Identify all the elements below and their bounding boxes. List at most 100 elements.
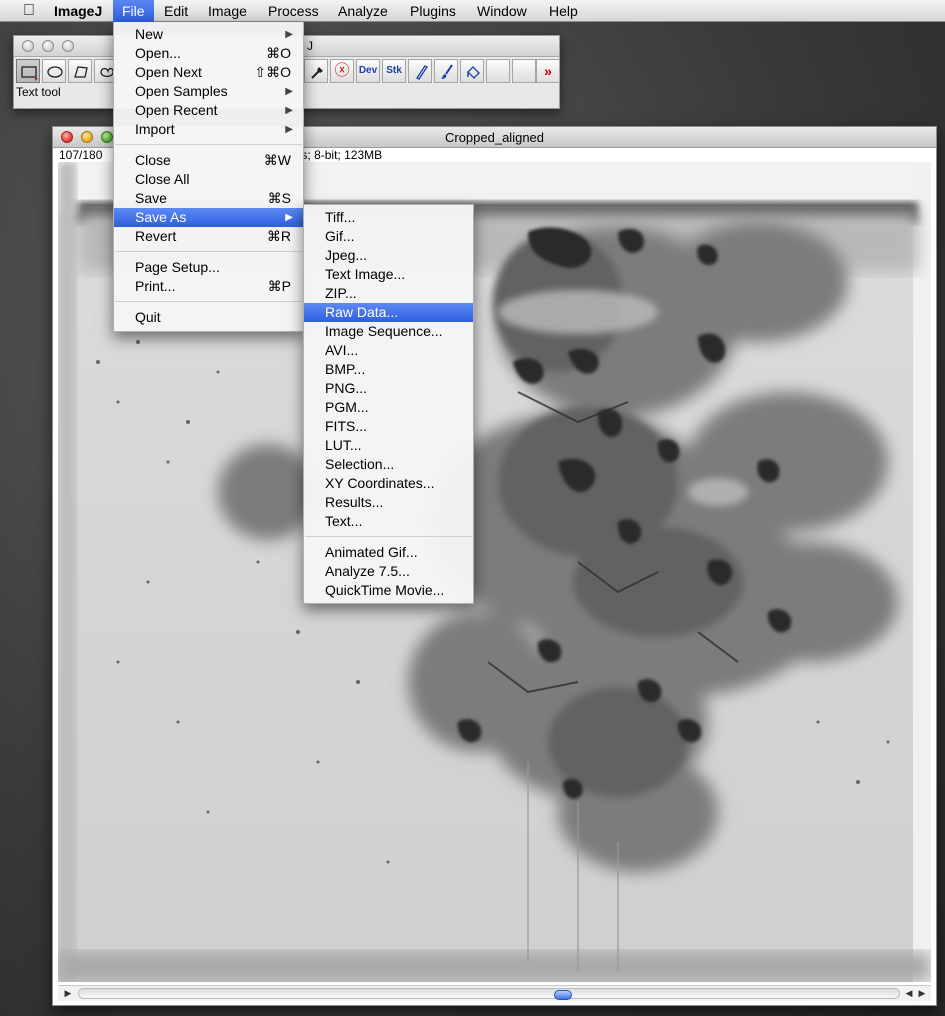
menu-item-open[interactable]: Open... ⌘O [114,44,303,63]
menu-item-close-all[interactable]: Close All [114,170,303,189]
menu-item-png[interactable]: PNG... [304,379,473,398]
menu-item-label: PGM... [325,399,369,415]
horizontal-scrollbar[interactable]: ▶ ◀ ▶ [58,985,931,1001]
pencil-icon [416,65,428,80]
menu-item-text-image[interactable]: Text Image... [304,265,473,284]
menu-item-tiff[interactable]: Tiff... [304,208,473,227]
developer-menu-tool[interactable]: Dev [356,59,380,83]
flood-fill-icon [467,66,480,79]
remove-overlay-icon: ⓧ [334,62,350,79]
menu-image[interactable]: Image [199,0,256,22]
submenu-arrow-icon: ▶ [285,86,293,97]
menu-item-label: ZIP... [325,285,357,301]
apple-menu-icon[interactable]:  [20,1,38,21]
menu-item-save[interactable]: Save ⌘S [114,189,303,208]
menu-item-label: Selection... [325,456,395,472]
scroll-thumb[interactable] [554,990,572,1000]
menu-item-lut[interactable]: LUT... [304,436,473,455]
toolbar-title: J [307,39,313,53]
menu-item-label: Save [135,190,167,206]
scroll-left-icon[interactable]: ▶ [60,986,76,1001]
menu-window[interactable]: Window [468,0,536,22]
menu-item-image-sequence[interactable]: Image Sequence... [304,322,473,341]
submenu-arrow-icon: ▶ [285,124,293,135]
menu-item-revert[interactable]: Revert ⌘R [114,227,303,246]
menu-process[interactable]: Process [259,0,328,22]
keyboard-shortcut: ⌘S [267,190,291,206]
menu-item-label: Close [135,152,171,168]
save-as-submenu: Tiff... Gif... Jpeg... Text Image... ZIP... R… [303,204,474,604]
rectangle-selection-tool[interactable] [16,59,40,83]
menu-item-label: New [135,26,164,42]
menu-item-close[interactable]: Close ⌘W [114,151,303,170]
menu-item-label: Open Next [135,64,202,80]
menu-item-zip[interactable]: ZIP... [304,284,473,303]
menu-analyze[interactable]: Analyze [329,0,397,22]
brush-tool[interactable] [434,59,458,83]
pencil-tool[interactable] [408,59,432,83]
menu-item-label: QuickTime Movie... [325,582,445,598]
menu-item-gif[interactable]: Gif... [304,227,473,246]
scroll-track[interactable] [78,988,900,1000]
stack-tools-tool[interactable]: Stk [382,59,406,83]
menu-item-label: Gif... [325,228,355,244]
menu-item-text[interactable]: Text... [304,512,473,531]
menu-item-label: Jpeg... [325,247,368,263]
app-menu[interactable]: ImageJ [45,0,111,22]
menu-item-results[interactable]: Results... [304,493,473,512]
menu-file[interactable]: File [113,0,154,22]
menu-item-print[interactable]: Print... ⌘P [114,277,303,296]
menu-help[interactable]: Help [540,0,587,22]
menu-separator [115,301,302,302]
menu-item-open-samples[interactable]: Open Samples ▶ [114,82,303,101]
menu-item-fits[interactable]: FITS... [304,417,473,436]
flood-fill-tool[interactable] [460,59,484,83]
menu-item-label: PNG... [325,380,368,396]
menu-separator [115,144,302,145]
keyboard-shortcut: ⌘O [266,45,291,61]
keyboard-shortcut: ⌘R [266,228,291,244]
menu-item-analyze-7-5[interactable]: Analyze 7.5... [304,562,473,581]
empty-tool-slot[interactable] [512,59,536,83]
close-button[interactable] [22,40,34,52]
menu-item-bmp[interactable]: BMP... [304,360,473,379]
more-tools-button[interactable]: » [536,59,560,83]
menu-item-open-next[interactable]: Open Next ⇧⌘O [114,63,303,82]
minimize-button[interactable] [42,40,54,52]
menu-item-new[interactable]: New ▶ [114,25,303,44]
menu-item-label: Raw Data... [325,304,399,320]
menu-item-raw-data[interactable]: Raw Data... [304,303,473,322]
menu-item-selection[interactable]: Selection... [304,455,473,474]
oval-selection-tool[interactable] [42,59,66,83]
menu-plugins[interactable]: Plugins [401,0,465,22]
stack-tools-icon: Stk [386,65,402,76]
scroll-right-arrow-icon[interactable]: ▶ [914,986,930,1001]
menu-edit[interactable]: Edit [155,0,197,22]
menu-item-label: BMP... [325,361,366,377]
menu-item-jpeg[interactable]: Jpeg... [304,246,473,265]
polygon-selection-tool[interactable] [68,59,92,83]
menu-item-label: FITS... [325,418,367,434]
image-info-text: els; 8-bit; 123MB [292,148,383,162]
menu-item-page-setup[interactable]: Page Setup... [114,258,303,277]
menu-item-quicktime-movie[interactable]: QuickTime Movie... [304,581,473,600]
menu-item-import[interactable]: Import ▶ [114,120,303,139]
menu-item-save-as[interactable]: Save As ▶ [114,208,303,227]
zoom-button[interactable] [62,40,74,52]
menu-item-avi[interactable]: AVI... [304,341,473,360]
menu-item-label: Image Sequence... [325,323,443,339]
oval-selection-icon [47,66,63,78]
menu-item-quit[interactable]: Quit [114,308,303,327]
menu-item-open-recent[interactable]: Open Recent ▶ [114,101,303,120]
color-picker-tool[interactable] [304,59,328,83]
menu-item-label: Open Recent [135,102,218,118]
menu-item-xy-coordinates[interactable]: XY Coordinates... [304,474,473,493]
menu-item-label: Page Setup... [135,259,220,275]
menu-item-label: Text... [325,513,363,529]
menu-item-label: AVI... [325,342,359,358]
empty-tool-slot[interactable] [486,59,510,83]
color-picker-icon [311,67,323,79]
menu-item-animated-gif[interactable]: Animated Gif... [304,543,473,562]
menu-item-pgm[interactable]: PGM... [304,398,473,417]
remove-overlay-tool[interactable]: ⓧ [330,59,354,83]
